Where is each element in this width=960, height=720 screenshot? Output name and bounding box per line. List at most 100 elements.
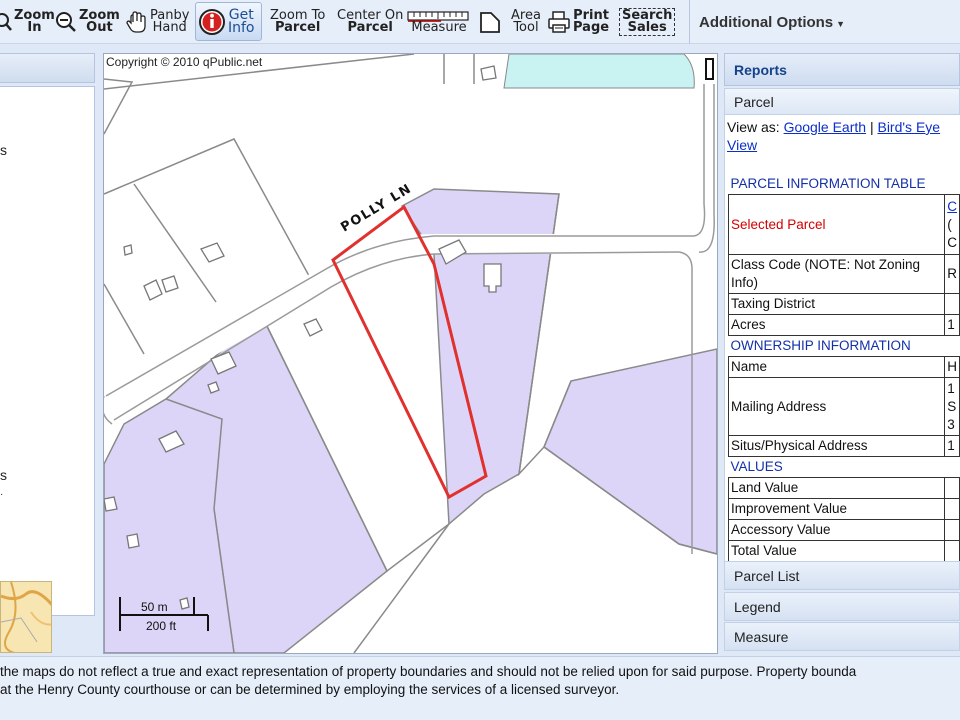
info-icon <box>198 8 226 36</box>
parcel-shaded <box>543 348 717 555</box>
view-as-label: View as: <box>727 119 780 135</box>
improvement-value-value <box>944 498 960 520</box>
reports-header[interactable]: Reports <box>724 53 960 86</box>
table-section-title: OWNERSHIP INFORMATION <box>728 335 960 357</box>
parcel-info-body: View as: Google Earth | Bird's Eye View … <box>724 115 960 561</box>
left-panel-body: s s · <box>0 86 95 616</box>
parcel-information-table: PARCEL INFORMATION TABLE Selected Parcel… <box>727 174 960 561</box>
selected-parcel-value[interactable]: C ( C <box>944 194 960 255</box>
taxing-district-label: Taxing District <box>727 293 946 315</box>
zoom-to-parcel-button[interactable]: Zoom To Parcel <box>270 3 325 41</box>
water-area <box>503 54 695 89</box>
disclaimer-line-1: the maps do not reflect a true and exact… <box>0 664 857 679</box>
acres-label: Acres <box>727 314 946 336</box>
zoom-out-button[interactable]: Zoom Out <box>55 3 120 41</box>
land-value-value <box>944 477 960 499</box>
table-row: Land Value <box>727 477 960 499</box>
search-sales-label-2: Sales <box>627 20 667 35</box>
mailing-address-label: Mailing Address <box>727 377 946 436</box>
zoom-out-label-2: Out <box>86 20 113 35</box>
situs-address-label: Situs/Physical Address <box>727 435 946 457</box>
accessory-value-label: Accessory Value <box>727 519 946 541</box>
disclaimer-line-2: at the Henry County courthouse or can be… <box>0 682 620 697</box>
additional-options-menu[interactable]: Additional Options ▼ <box>689 0 845 44</box>
printer-icon <box>547 10 571 34</box>
table-row: Acres 1 <box>727 314 960 336</box>
land-value-label: Land Value <box>727 477 946 499</box>
google-earth-link[interactable]: Google Earth <box>784 119 867 135</box>
link-separator: | <box>869 119 874 135</box>
table-section-title: VALUES <box>728 456 960 478</box>
selected-parcel-label: Selected Parcel <box>727 194 946 255</box>
map-slider-handle[interactable] <box>705 58 714 80</box>
map-copyright: Copyright © 2010 qPublic.net <box>106 55 263 69</box>
table-row: Selected Parcel C ( C <box>727 194 960 255</box>
get-info-button[interactable]: Get Info <box>195 2 262 41</box>
area-tool-button[interactable]: Area Tool <box>479 3 541 41</box>
class-code-value: R <box>944 254 960 294</box>
zoom-to-parcel-label-2: Parcel <box>274 20 321 35</box>
magnifier-minus-icon <box>55 11 77 33</box>
legend-accordion[interactable]: Legend <box>724 592 960 621</box>
disclaimer-footer: the maps do not reflect a true and exact… <box>0 656 960 720</box>
total-value-value <box>944 540 960 561</box>
scale-imperial-label: 200 ft <box>146 619 177 633</box>
zoom-in-label-2: In <box>27 20 42 35</box>
table-row: Improvement Value <box>727 498 960 520</box>
overview-map-thumbnail[interactable] <box>0 581 52 653</box>
selected-parcel-value-3: C <box>947 234 957 250</box>
total-value-label: Total Value <box>727 540 946 561</box>
acres-value: 1 <box>944 314 960 336</box>
table-row: Situs/Physical Address 1 <box>727 435 960 457</box>
selected-parcel-link[interactable]: C <box>947 199 957 214</box>
measure-button[interactable]: Measure <box>407 3 471 41</box>
mailing-address-line-1: 1 <box>947 380 955 396</box>
zoom-in-button[interactable]: Zoom In <box>0 3 55 41</box>
table-row: Taxing District <box>727 293 960 315</box>
scale-metric-label: 50 m <box>141 600 168 614</box>
get-info-label-2: Info <box>228 19 255 36</box>
table-row: Mailing Address 1 S 3 <box>727 377 960 436</box>
parcel-list-accordion[interactable]: Parcel List <box>724 561 960 590</box>
map-view[interactable]: POLLY LN Copyright © 2010 qPublic.net 50… <box>103 53 718 654</box>
toolbar: Zoom In Zoom Out Panby Hand Get Info Zoom To… <box>0 0 960 44</box>
left-text-fragment: s <box>0 142 7 158</box>
taxing-district-value <box>944 293 960 315</box>
hand-icon <box>126 11 148 33</box>
mailing-address-value: 1 S 3 <box>944 377 960 436</box>
situs-address-value: 1 <box>944 435 960 457</box>
left-text-fragment: s <box>0 467 7 483</box>
table-row: Total Value <box>727 540 960 561</box>
scale-bar: 50 m 200 ft <box>118 597 210 637</box>
mailing-address-line-3: 3 <box>947 416 955 432</box>
area-tool-label-2: Tool <box>513 20 539 35</box>
pan-label-2: Hand <box>152 20 187 35</box>
view-as-links: View as: Google Earth | Bird's Eye View <box>727 118 960 154</box>
measure-accordion[interactable]: Measure <box>724 622 960 651</box>
accessory-value-value <box>944 519 960 541</box>
table-row: Accessory Value <box>727 519 960 541</box>
right-panel: Reports Parcel View as: Google Earth | B… <box>724 53 960 656</box>
parcel-accordion-header[interactable]: Parcel <box>724 88 960 115</box>
mailing-address-line-2: S <box>947 398 957 414</box>
selected-parcel-value-2: ( <box>947 216 952 232</box>
pan-button[interactable]: Panby Hand <box>126 3 189 41</box>
owner-name-value: H <box>944 356 960 378</box>
print-page-button[interactable]: Print Page <box>547 3 609 41</box>
caret-down-icon: ▼ <box>836 18 846 29</box>
search-sales-button[interactable]: Search Sales <box>619 3 676 41</box>
class-code-label: Class Code (NOTE: Not Zoning Info) <box>727 254 946 294</box>
measure-label: Measure <box>411 20 467 35</box>
table-row: Name H <box>727 356 960 378</box>
left-panel-header <box>0 53 95 83</box>
area-shape-icon <box>479 10 501 34</box>
table-section-title: PARCEL INFORMATION TABLE <box>728 174 960 195</box>
table-row: Class Code (NOTE: Not Zoning Info) R <box>727 254 960 294</box>
additional-options-label: Additional Options <box>699 13 834 31</box>
left-panel: s s · <box>0 53 97 653</box>
left-dot: · <box>0 489 4 500</box>
center-on-parcel-button[interactable]: Center On Parcel <box>337 3 403 41</box>
owner-name-label: Name <box>727 356 946 378</box>
improvement-value-label: Improvement Value <box>727 498 946 520</box>
center-on-parcel-label-2: Parcel <box>347 20 393 35</box>
